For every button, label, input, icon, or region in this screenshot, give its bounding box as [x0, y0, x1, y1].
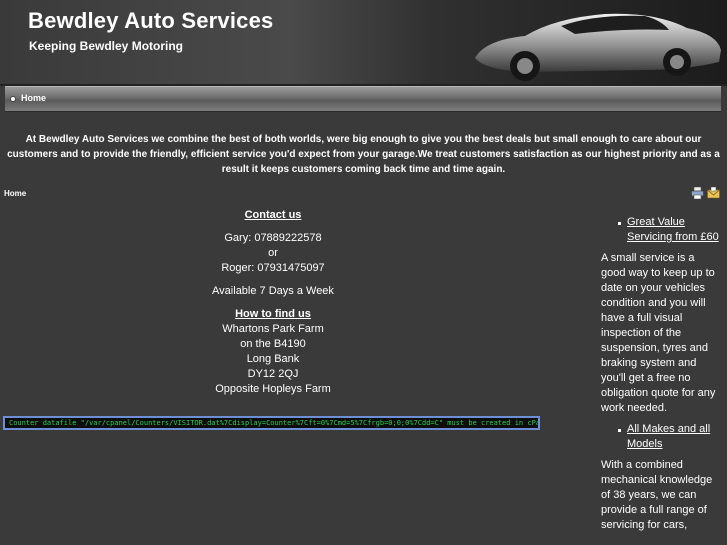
contact-block: Contact us Gary: 07889222578 or Roger: 0… [180, 208, 366, 397]
bullet-icon [618, 222, 621, 225]
intro-text: At Bewdley Auto Services we combine the … [7, 134, 720, 175]
address-line: on the B4190 [240, 338, 306, 350]
address-line: Long Bank [246, 353, 300, 365]
phone-gary: Gary: 07889222578 [224, 232, 322, 244]
navbar: Home [5, 86, 721, 112]
servicing-text: A small service is a good way to keep up… [601, 252, 716, 414]
nav-home-link[interactable]: Home [21, 93, 46, 103]
phone-roger: Roger: 07931475097 [221, 262, 325, 274]
print-icon[interactable] [691, 187, 704, 199]
address-line: Opposite Hopleys Farm [215, 383, 331, 395]
nav-bullet-icon [11, 97, 15, 101]
availability-text: Available 7 Days a Week [212, 285, 334, 297]
or-text: or [268, 247, 278, 259]
sidebar: Great Value Servicing from £60 A small s… [601, 215, 721, 533]
address-line: Whartons Park Farm [222, 323, 324, 335]
sidebar-item-servicing[interactable]: Great Value Servicing from £60 [601, 215, 721, 245]
contact-heading: Contact us [244, 209, 302, 221]
address-line: DY12 2QJ [247, 368, 299, 380]
breadcrumb: Home [4, 189, 27, 198]
find-us-heading: How to find us [235, 308, 311, 320]
servicing-link[interactable]: Great Value Servicing from £60 [627, 216, 719, 243]
sidebar-item-makes[interactable]: All Makes and all Models [601, 422, 721, 452]
site-tagline: Keeping Bewdley Motoring [29, 39, 184, 53]
makes-text: With a combined mechanical knowledge of … [601, 459, 713, 531]
site-title: Bewdley Auto Services [28, 8, 274, 33]
visitor-counter-error: Counter datafile "/var/cpanel/Counters/V… [3, 416, 540, 430]
email-icon[interactable] [707, 187, 720, 199]
bullet-icon [618, 429, 621, 432]
car-image [475, 13, 721, 81]
site-header: Bewdley Auto Services Keeping Bewdley Mo… [0, 0, 727, 84]
makes-link[interactable]: All Makes and all Models [627, 423, 710, 450]
